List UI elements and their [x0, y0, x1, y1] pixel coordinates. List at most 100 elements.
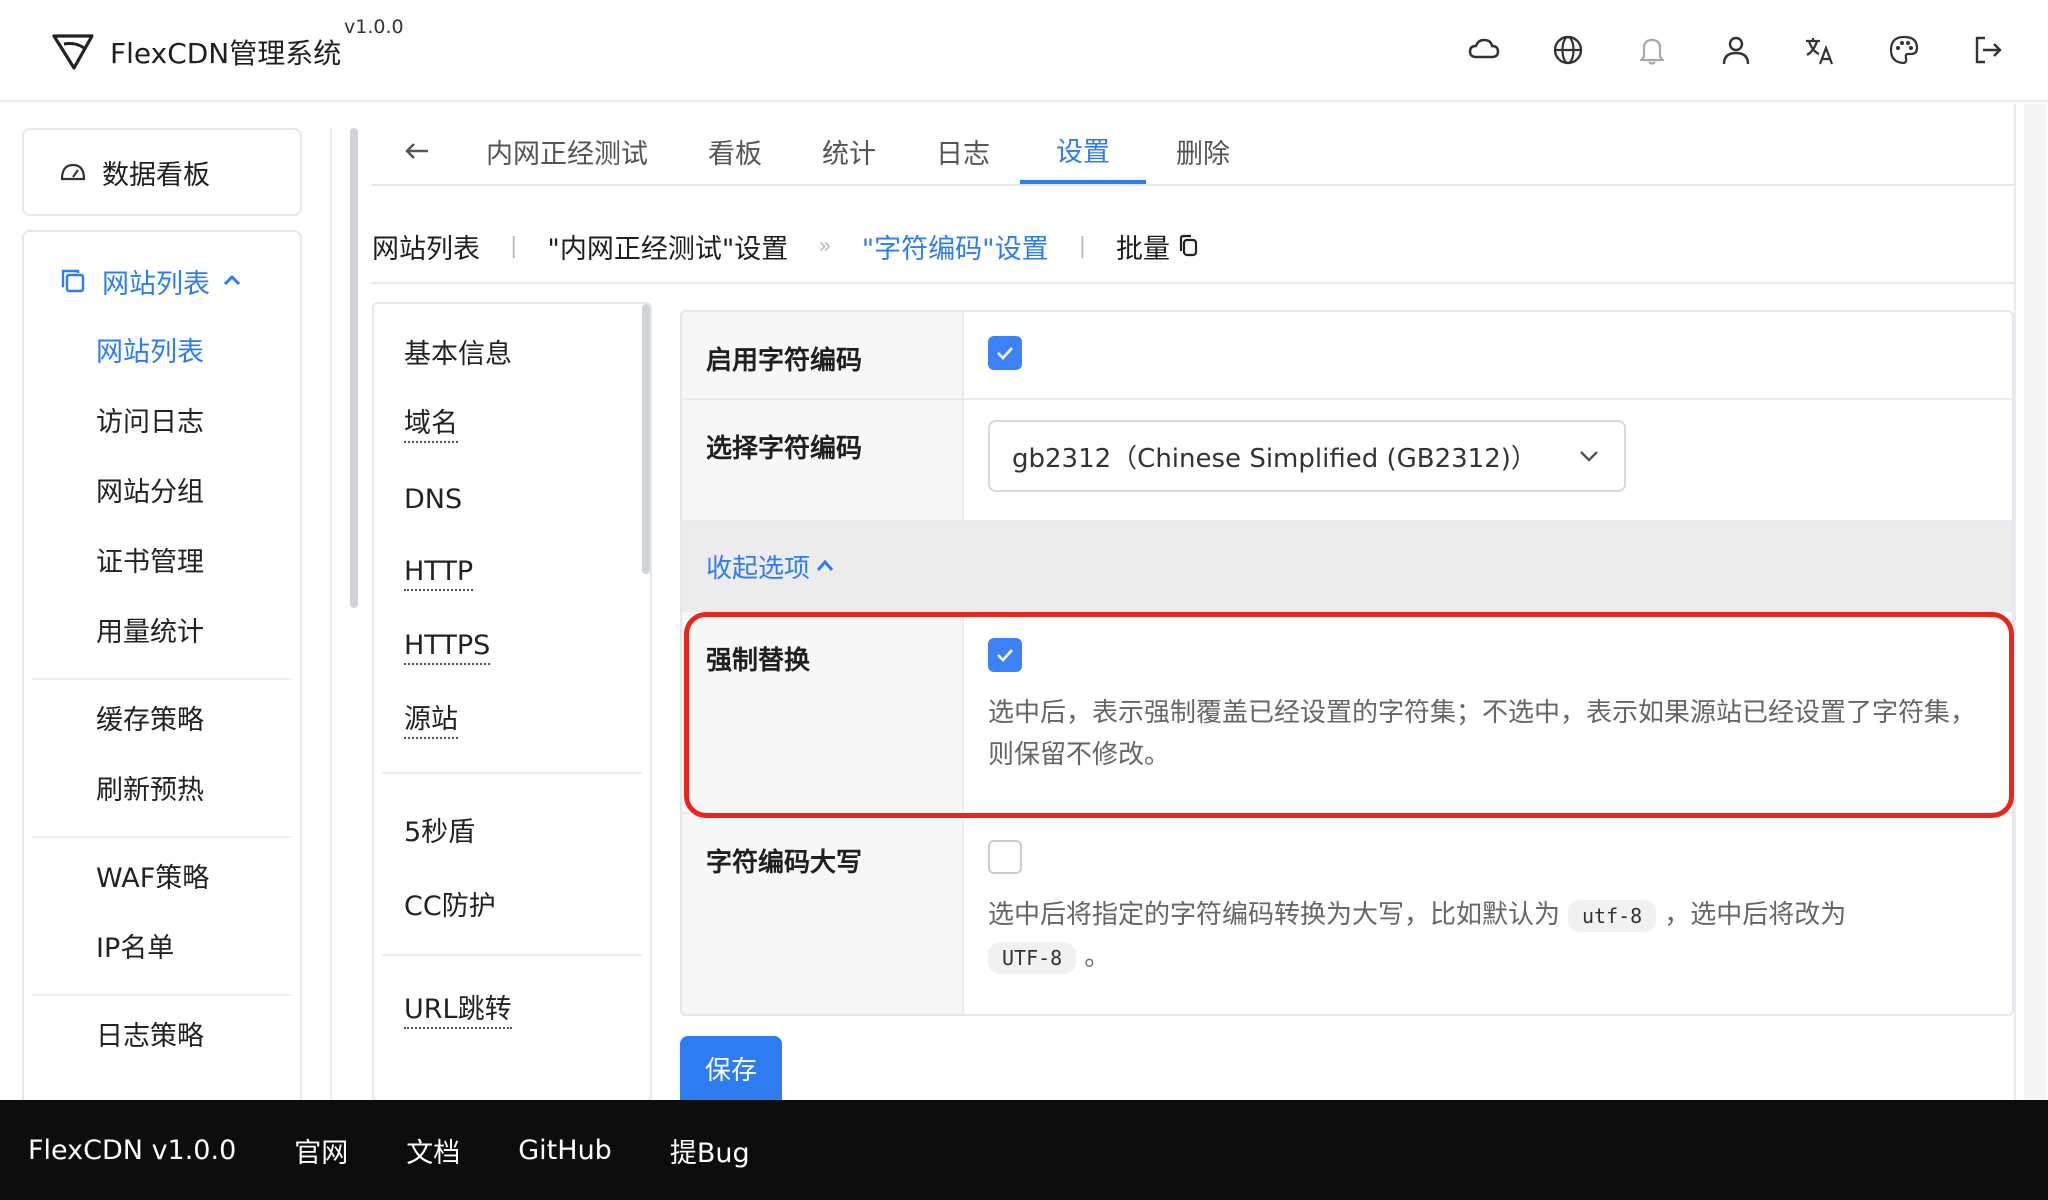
bell-icon[interactable]: [1630, 28, 1674, 72]
force-replace-comment: 选中后，表示强制覆盖已经设置的字符集；不选中，表示如果源站已经设置了字符集，则保…: [988, 698, 1977, 770]
sidebar-section-sites[interactable]: 网站列表: [24, 256, 300, 306]
submenu-item-http[interactable]: HTTP: [374, 536, 650, 610]
submenu-item-https[interactable]: HTTPS: [374, 610, 650, 684]
submenu-item-domain[interactable]: 域名: [374, 388, 650, 462]
tab-board[interactable]: 看板: [678, 118, 792, 184]
submenu-label: HTTPS: [404, 629, 491, 665]
submenu-label: 5秒盾: [404, 816, 476, 848]
app-version: v1.0.0: [344, 16, 404, 38]
footer-link-report-bug[interactable]: 提Bug: [670, 1131, 750, 1170]
sidebar-item-purge-prefetch[interactable]: 刷新预热: [24, 756, 300, 826]
footer-link-official-site[interactable]: 官网: [294, 1131, 348, 1170]
sidebar-divider: [32, 678, 292, 680]
sidebar-item-log-policy[interactable]: 日志策略: [24, 1002, 300, 1072]
settings-submenu: 基本信息 域名 DNS HTTP HTTPS 源站 5秒盾 CC防护 URL跳转: [372, 302, 652, 1102]
charset-select[interactable]: gb2312（Chinese Simplified (GB2312)）: [988, 420, 1626, 492]
check-icon: [997, 649, 1013, 662]
globe-icon[interactable]: [1546, 28, 1590, 72]
submenu-item-cc-protection[interactable]: CC防护: [374, 866, 650, 940]
tab-settings[interactable]: 设置: [1020, 118, 1146, 184]
palette-icon[interactable]: [1882, 28, 1926, 72]
copy-squares-icon: [61, 269, 85, 293]
logout-icon[interactable]: [1966, 28, 2010, 72]
form-row-collapse: 收起选项: [682, 522, 2012, 612]
breadcrumb-separator: »: [818, 233, 832, 259]
breadcrumb-site-settings[interactable]: "内网正经测试"设置: [547, 227, 788, 266]
uppercase-cell: 选中后将指定的字符编码转换为大写，比如默认为 utf-8 ，选中后将改为 UTF-8。: [964, 814, 2012, 1014]
uppercase-label: 字符编码大写: [682, 814, 964, 1014]
breadcrumb-separator: |: [1078, 233, 1086, 259]
page-scrollbar[interactable]: [2024, 104, 2046, 1104]
submenu-item-basic-info[interactable]: 基本信息: [374, 314, 650, 388]
user-icon[interactable]: [1714, 28, 1758, 72]
sidebar-item-ip-list[interactable]: IP名单: [24, 914, 300, 984]
app-title: FlexCDN管理系统: [110, 37, 342, 70]
tab-logs[interactable]: 日志: [906, 118, 1020, 184]
footer-version: FlexCDN v1.0.0: [28, 1134, 237, 1166]
sidebar-item-site-groups[interactable]: 网站分组: [24, 458, 300, 528]
submenu-label: 基本信息: [404, 338, 512, 370]
dashboard-gauge-icon: [60, 163, 86, 181]
collapse-options-link[interactable]: 收起选项: [706, 548, 836, 585]
select-charset-label: 选择字符编码: [682, 400, 964, 520]
submenu-label: CC防护: [404, 890, 496, 922]
footer-link-docs[interactable]: 文档: [406, 1131, 460, 1170]
content-border: [2014, 104, 2016, 1104]
force-replace-checkbox[interactable]: [988, 638, 1022, 672]
form-row-select: 选择字符编码 gb2312（Chinese Simplified (GB2312…: [682, 400, 2012, 522]
check-icon: [997, 347, 1013, 360]
submenu-label: HTTP: [404, 555, 474, 591]
sidebar-item-site-list[interactable]: 网站列表: [24, 318, 300, 388]
translate-icon[interactable]: [1798, 28, 1842, 72]
uppercase-comment-text: ，选中后将改为: [1664, 900, 1847, 930]
uppercase-checkbox[interactable]: [988, 840, 1022, 874]
sidebar: 数据看板 网站列表 网站列表 访问日志 网站分组 证书管理 用量统计 缓存策略 …: [22, 128, 302, 1190]
charset-select-value: gb2312（Chinese Simplified (GB2312)）: [1012, 443, 1537, 474]
submenu-label: 源站: [404, 703, 458, 739]
submenu-item-5s-shield[interactable]: 5秒盾: [374, 792, 650, 866]
tab-delete[interactable]: 删除: [1146, 118, 1260, 184]
tab-site-name[interactable]: 内网正经测试: [456, 118, 678, 184]
breadcrumb-site-list[interactable]: 网站列表: [372, 227, 480, 266]
sidebar-item-waf-policy[interactable]: WAF策略: [24, 844, 300, 914]
force-replace-label: 强制替换: [682, 612, 964, 812]
submenu-item-origin[interactable]: 源站: [374, 684, 650, 758]
uppercase-comment-text: 选中后将指定的字符编码转换为大写，比如默认为: [988, 900, 1561, 930]
select-charset-cell: gb2312（Chinese Simplified (GB2312)）: [964, 400, 2012, 520]
breadcrumb-current[interactable]: "字符编码"设置: [862, 227, 1049, 266]
sidebar-scrollbar[interactable]: [350, 128, 358, 608]
collapse-options-label: 收起选项: [706, 553, 811, 584]
copy-icon: [1179, 234, 1198, 257]
sidebar-divider: [32, 994, 292, 996]
back-button[interactable]: [372, 118, 456, 184]
batch-link[interactable]: 批量: [1116, 227, 1202, 266]
footer-link-github[interactable]: GitHub: [518, 1135, 612, 1166]
sidebar-item-dashboard[interactable]: 数据看板: [22, 128, 302, 216]
form-row-force-replace: 强制替换 选中后，表示强制覆盖已经设置的字符集；不选中，表示如果源站已经设置了字…: [682, 612, 2012, 814]
sidebar-section-label: 网站列表: [102, 268, 210, 300]
submenu-item-url-redirect[interactable]: URL跳转: [374, 974, 650, 1048]
sidebar-border: [330, 128, 332, 1108]
sidebar-item-cache-policy[interactable]: 缓存策略: [24, 686, 300, 756]
tab-stats[interactable]: 统计: [792, 118, 906, 184]
flexcdn-logo-icon[interactable]: [50, 28, 96, 74]
dashboard-label: 数据看板: [102, 159, 210, 191]
chevron-up-icon: [816, 559, 834, 571]
form-row-enable: 启用字符编码: [682, 312, 2012, 400]
sidebar-item-usage-stats[interactable]: 用量统计: [24, 598, 300, 668]
submenu-divider: [382, 954, 642, 956]
enable-charset-label: 启用字符编码: [682, 312, 964, 398]
submenu-item-dns[interactable]: DNS: [374, 462, 650, 536]
sidebar-nav: 网站列表 网站列表 访问日志 网站分组 证书管理 用量统计 缓存策略 刷新预热 …: [22, 230, 302, 1190]
enable-charset-checkbox[interactable]: [988, 336, 1022, 370]
submenu-scrollbar[interactable]: [642, 304, 650, 574]
code-utf8-upper: UTF-8: [988, 942, 1077, 974]
top-bar: FlexCDN管理系统 v1.0.0: [0, 0, 2048, 102]
sidebar-divider: [32, 836, 292, 838]
submenu-divider: [382, 772, 642, 774]
chevron-up-icon: [223, 274, 241, 286]
cloud-icon[interactable]: [1462, 28, 1506, 72]
sidebar-item-certificates[interactable]: 证书管理: [24, 528, 300, 598]
sidebar-item-access-log[interactable]: 访问日志: [24, 388, 300, 458]
save-button[interactable]: 保存: [680, 1036, 782, 1100]
